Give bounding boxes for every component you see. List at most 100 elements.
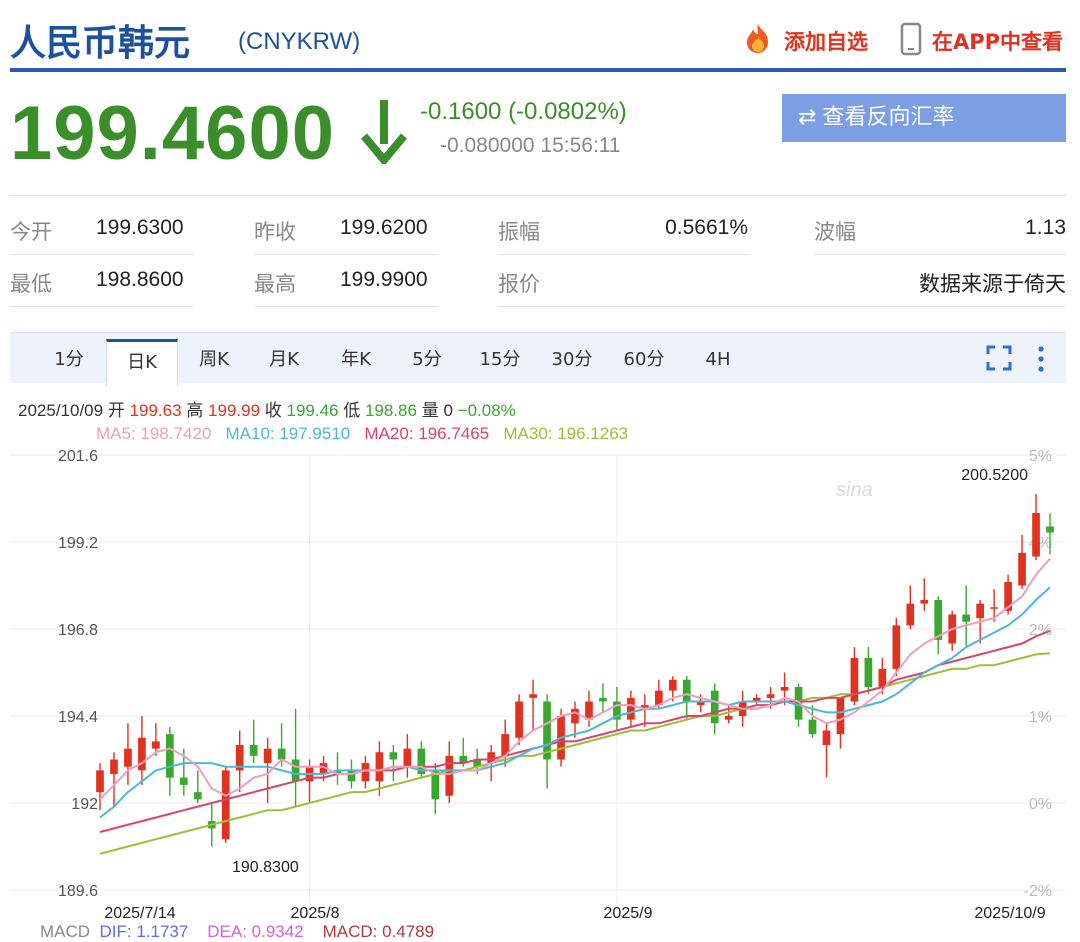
tab-yearly[interactable]: 年K	[328, 333, 384, 383]
candle-body	[724, 716, 733, 720]
row-divider	[254, 306, 438, 307]
candle-body	[529, 694, 537, 698]
macd-legend: MACD DIF: 1.1737 DEA: 0.9342 MACD: 0.478…	[40, 922, 434, 942]
open-app-link[interactable]: 在APP中查看	[932, 26, 1063, 56]
stat-label-quote: 报价	[498, 272, 540, 296]
max-price-label: 200.5200	[961, 467, 1028, 484]
tab-5min[interactable]: 5分	[402, 333, 452, 383]
fire-icon[interactable]	[740, 22, 776, 60]
row-divider	[498, 306, 1066, 307]
add-favorite-link[interactable]: 添加自选	[784, 26, 868, 56]
candle-body	[822, 730, 831, 745]
candle-body	[403, 748, 412, 767]
info-date: 2025/10/09	[18, 401, 104, 420]
candle-body	[1032, 513, 1040, 557]
macd-dif: DIF: 1.1737	[99, 922, 189, 941]
pct-tick-label: 1%	[1029, 709, 1052, 726]
info-close-label: 收	[264, 401, 282, 420]
candle-body	[166, 734, 174, 778]
candle-body	[193, 792, 202, 800]
row-divider	[498, 254, 750, 255]
sina-watermark: sina	[836, 479, 873, 501]
stat-label-amplitude: 振幅	[498, 220, 540, 244]
candle-body	[808, 719, 817, 735]
macd-value: MACD: 0.4789	[322, 922, 435, 941]
stat-value-open: 199.6300	[96, 216, 184, 239]
candle-body	[571, 708, 579, 724]
stat-value-high: 199.9900	[340, 268, 428, 291]
tab-60min[interactable]: 60分	[614, 333, 674, 383]
fullscreen-icon[interactable]	[986, 345, 1012, 375]
row-divider	[814, 254, 1066, 255]
candle-body	[892, 625, 901, 669]
tab-30min[interactable]: 30分	[542, 333, 602, 383]
candle-body	[976, 603, 984, 619]
pct-tick-label: 0%	[1029, 796, 1052, 813]
candle-body	[291, 759, 300, 782]
candlestick-chart[interactable]: 201.6 5%199.2 4%196.8 2%194.4 1%192 0%189.6 -2…	[0, 440, 1080, 920]
phone-icon[interactable]	[900, 22, 922, 60]
info-volume: 0	[443, 401, 453, 420]
stat-label-low: 最低	[10, 272, 52, 296]
down-arrow-icon	[360, 98, 408, 168]
candle-body	[110, 759, 118, 774]
info-open: 199.63	[129, 401, 182, 420]
candle-body	[920, 600, 929, 604]
y-tick-label: 201.6	[58, 448, 98, 465]
current-price: 199.4600	[10, 91, 335, 176]
reverse-rate-button[interactable]: ⇄ 查看反向汇率	[782, 94, 1066, 142]
x-tick-label: 2025/8	[291, 905, 340, 920]
candle-body	[445, 755, 454, 796]
tab-daily[interactable]: 日K	[106, 339, 178, 386]
candle-body	[599, 697, 607, 702]
page-title: 人民币韩元	[10, 23, 191, 64]
y-tick-label: 194.4	[58, 709, 98, 726]
y-tick-label: 196.8	[58, 622, 98, 639]
candle-body	[682, 679, 691, 702]
tab-monthly[interactable]: 月K	[256, 333, 312, 383]
info-high-label: 高	[186, 401, 204, 420]
candle-info: 2025/10/09 开 199.63 高 199.99 收 199.46 低 …	[18, 396, 516, 421]
more-icon[interactable]	[1036, 345, 1046, 377]
stat-value-low: 198.8600	[96, 268, 184, 291]
row-divider	[10, 254, 194, 255]
y-tick-label: 199.2	[58, 535, 98, 552]
x-tick-label: 2025/7/14	[104, 905, 175, 920]
watermark-text: sina	[836, 479, 873, 501]
candle-body	[906, 603, 915, 626]
candle-body	[627, 697, 635, 720]
tab-1min[interactable]: 1分	[44, 333, 94, 383]
tab-weekly[interactable]: 周K	[186, 333, 242, 383]
candle-body	[277, 748, 286, 760]
chart-period-tabs: 1分 日K 周K 月K 年K 5分 15分 30分 60分 4H	[10, 332, 1066, 386]
data-source: 数据来源于倚天	[919, 273, 1066, 296]
candle-body	[766, 694, 775, 698]
price-change: -0.1600 (-0.0802%)	[420, 98, 627, 125]
row-divider	[10, 306, 194, 307]
candle-body	[1046, 526, 1054, 533]
candle-body	[668, 679, 677, 691]
info-open-label: 开	[107, 401, 125, 420]
info-close: 199.46	[286, 401, 339, 420]
header-divider	[10, 68, 1066, 72]
candle-body	[96, 770, 104, 793]
stat-label-prev-close: 昨收	[254, 220, 296, 244]
candle-body	[249, 745, 258, 756]
candle-body	[179, 777, 188, 785]
candle-body	[152, 741, 160, 749]
y-tick-label: 189.6	[58, 883, 98, 900]
info-low: 198.86	[364, 401, 417, 420]
macd-dea: DEA: 0.9342	[207, 922, 304, 941]
tab-4h[interactable]: 4H	[690, 333, 746, 383]
x-tick-label: 2025/10/9	[974, 905, 1045, 920]
candle-body	[710, 690, 719, 724]
info-volume-label: 量	[421, 401, 439, 420]
info-high: 199.99	[208, 401, 261, 420]
tab-15min[interactable]: 15分	[470, 333, 530, 383]
candle-body	[836, 697, 845, 735]
candle-body	[990, 607, 998, 609]
info-change-pct: −0.08%	[457, 401, 516, 420]
candle-body	[361, 763, 370, 782]
candle-body	[1018, 552, 1026, 586]
candle-body	[263, 748, 272, 764]
